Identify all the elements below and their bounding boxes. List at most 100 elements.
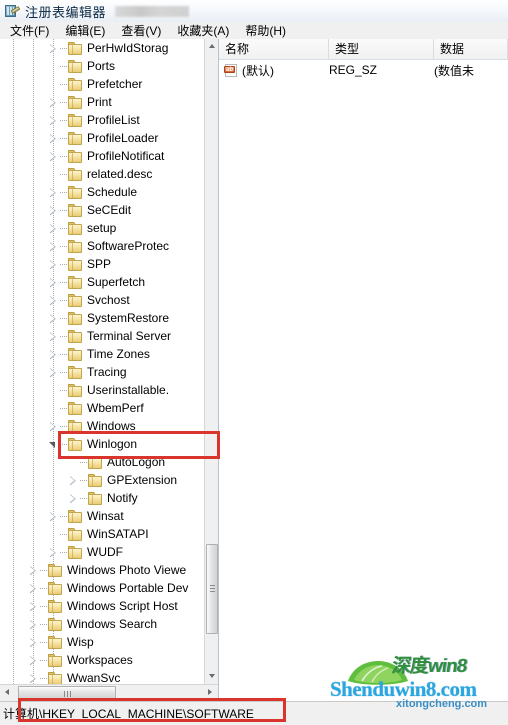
tree-item-perhwidstorag[interactable]: PerHwIdStorag <box>0 39 204 57</box>
tree-item-prefetcher[interactable]: Prefetcher <box>0 75 204 93</box>
tree-item-profilelist[interactable]: ProfileList <box>0 111 204 129</box>
tree-horizontal-scrollbar[interactable] <box>0 684 218 701</box>
expand-arrow-icon[interactable] <box>68 475 79 486</box>
tree-item-label: Userinstallable. <box>87 382 170 397</box>
tree-item-notify[interactable]: Notify <box>0 489 204 507</box>
tree-item-superfetch[interactable]: Superfetch <box>0 273 204 291</box>
menu-view[interactable]: 查看(V) <box>113 21 169 40</box>
tree-item-userinstallable[interactable]: Userinstallable. <box>0 381 204 399</box>
tree-item-label: Ports <box>87 58 116 73</box>
string-value-icon: ab <box>224 63 239 77</box>
tree-connector-line <box>60 245 67 247</box>
tree-item-label: Wisp <box>67 634 94 649</box>
tree-item-wbemperf[interactable]: WbemPerf <box>0 399 204 417</box>
expand-arrow-icon[interactable] <box>48 511 59 522</box>
expand-arrow-icon[interactable] <box>48 367 59 378</box>
tree-item-label: Time Zones <box>87 346 150 361</box>
tree-item-related-desc[interactable]: related.desc <box>0 165 204 183</box>
tree-item-profilenotificat[interactable]: ProfileNotificat <box>0 147 204 165</box>
expand-arrow-icon[interactable] <box>28 565 39 576</box>
tree-connector-line <box>40 569 47 571</box>
scroll-up-arrow-icon[interactable] <box>205 39 218 54</box>
folder-icon <box>68 77 83 91</box>
expand-arrow-icon[interactable] <box>28 601 39 612</box>
tree-item-tracing[interactable]: Tracing <box>0 363 204 381</box>
tree-item-label: SoftwareProtec <box>87 238 170 253</box>
tree-item-winsatapi[interactable]: WinSATAPI <box>0 525 204 543</box>
tree-item-time-zones[interactable]: Time Zones <box>0 345 204 363</box>
tree-item-schedule[interactable]: Schedule <box>0 183 204 201</box>
expand-arrow-icon[interactable] <box>48 349 59 360</box>
expand-arrow-icon[interactable] <box>48 115 59 126</box>
expand-arrow-icon[interactable] <box>48 259 59 270</box>
tree-item-profileloader[interactable]: ProfileLoader <box>0 129 204 147</box>
scroll-down-arrow-icon[interactable] <box>205 669 218 684</box>
tree-item-ports[interactable]: Ports <box>0 57 204 75</box>
expand-arrow-icon[interactable] <box>48 151 59 162</box>
expand-arrow-icon[interactable] <box>48 295 59 306</box>
tree-hscroll-thumb[interactable] <box>18 686 116 700</box>
expand-arrow-icon[interactable] <box>48 331 59 342</box>
tree-item-wudf[interactable]: WUDF <box>0 543 204 561</box>
tree-item-systemrestore[interactable]: SystemRestore <box>0 309 204 327</box>
tree-item-workspaces[interactable]: Workspaces <box>0 651 204 669</box>
column-name[interactable]: 名称 <box>219 39 329 59</box>
table-row[interactable]: ab (默认) REG_SZ (数值未 <box>219 60 508 80</box>
tree-item-windows[interactable]: Windows <box>0 417 204 435</box>
tree-item-label: Windows <box>87 418 136 433</box>
tree-connector-line <box>60 533 67 535</box>
tree-item-print[interactable]: Print <box>0 93 204 111</box>
tree-item-secedit[interactable]: SeCEdit <box>0 201 204 219</box>
tree-item-softwareprotec[interactable]: SoftwareProtec <box>0 237 204 255</box>
tree-item-label: GPExtension <box>107 472 178 487</box>
tree-item-windows-search[interactable]: Windows Search <box>0 615 204 633</box>
tree-item-wwansvc[interactable]: WwanSvc <box>0 669 204 684</box>
expand-arrow-icon[interactable] <box>28 673 39 684</box>
expand-arrow-icon[interactable] <box>48 241 59 252</box>
expand-arrow-icon[interactable] <box>48 97 59 108</box>
scroll-right-arrow-icon[interactable] <box>203 685 218 701</box>
tree-vertical-scrollbar[interactable] <box>204 39 218 684</box>
column-type[interactable]: 类型 <box>329 39 434 59</box>
expand-arrow-icon[interactable] <box>48 187 59 198</box>
expand-arrow-icon[interactable] <box>48 313 59 324</box>
tree-item-setup[interactable]: setup <box>0 219 204 237</box>
menu-favorites[interactable]: 收藏夹(A) <box>169 21 237 40</box>
expand-arrow-icon[interactable] <box>48 43 59 54</box>
scroll-left-arrow-icon[interactable] <box>0 685 15 701</box>
tree-item-winsat[interactable]: Winsat <box>0 507 204 525</box>
expand-arrow-icon[interactable] <box>28 637 39 648</box>
menu-edit[interactable]: 编辑(E) <box>57 21 113 40</box>
tree-item-winlogon[interactable]: Winlogon <box>0 435 204 453</box>
expand-arrow-icon[interactable] <box>28 619 39 630</box>
expand-arrow-icon[interactable] <box>48 223 59 234</box>
expand-arrow-icon[interactable] <box>48 133 59 144</box>
registry-tree[interactable]: PerHwIdStorag Ports Prefetcher Print Profile… <box>0 39 204 684</box>
tree-item-label: Terminal Server <box>87 328 172 343</box>
tree-item-label: ProfileList <box>87 112 140 127</box>
expand-arrow-icon[interactable] <box>48 205 59 216</box>
tree-item-gpextension[interactable]: GPExtension <box>0 471 204 489</box>
expand-arrow-icon[interactable] <box>48 547 59 558</box>
tree-item-svchost[interactable]: Svchost <box>0 291 204 309</box>
tree-item-label: Svchost <box>87 292 130 307</box>
tree-item-windows-script-host[interactable]: Windows Script Host <box>0 597 204 615</box>
expand-arrow-icon[interactable] <box>28 655 39 666</box>
expand-arrow-icon[interactable] <box>28 583 39 594</box>
tree-item-spp[interactable]: SPP <box>0 255 204 273</box>
tree-item-wisp[interactable]: Wisp <box>0 633 204 651</box>
column-data[interactable]: 数据 <box>434 39 508 59</box>
tree-item-windows-photo-viewe[interactable]: Windows Photo Viewe <box>0 561 204 579</box>
folder-icon <box>68 95 83 109</box>
collapse-arrow-icon[interactable] <box>48 439 59 450</box>
tree-vscroll-thumb[interactable] <box>206 544 218 634</box>
menu-file[interactable]: 文件(F) <box>2 21 57 40</box>
tree-item-autologon[interactable]: AutoLogon <box>0 453 204 471</box>
tree-connector-line <box>60 65 67 67</box>
tree-item-windows-portable-dev[interactable]: Windows Portable Dev <box>0 579 204 597</box>
tree-item-terminal-server[interactable]: Terminal Server <box>0 327 204 345</box>
menu-help[interactable]: 帮助(H) <box>237 21 294 40</box>
expand-arrow-icon[interactable] <box>48 421 59 432</box>
expand-arrow-icon[interactable] <box>48 277 59 288</box>
expand-arrow-icon[interactable] <box>68 493 79 504</box>
